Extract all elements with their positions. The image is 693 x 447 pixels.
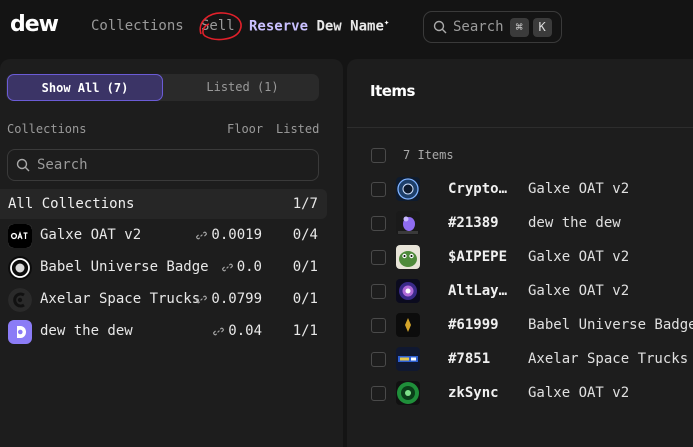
- item-thumbnail: [396, 313, 420, 337]
- all-collections-label: All Collections: [8, 196, 135, 212]
- oat-logo-icon: [8, 224, 32, 248]
- item-checkbox[interactable]: [371, 352, 386, 367]
- listing-filter-toggle: Show All (7) Listed (1): [6, 74, 319, 101]
- sparkle-icon: ✦: [383, 18, 390, 28]
- item-collection: Galxe OAT v2: [528, 249, 630, 265]
- item-thumbnail: [396, 381, 420, 405]
- collection-floor-value: 0.0: [236, 259, 262, 275]
- item-row[interactable]: CryptoRank Galxe OAT v2: [347, 172, 693, 206]
- item-thumbnail: [396, 347, 420, 371]
- k-key-badge: K: [532, 17, 552, 37]
- item-checkbox[interactable]: [371, 318, 386, 333]
- collection-floor: 0.0019: [196, 227, 262, 243]
- divider: [347, 127, 693, 128]
- collection-floor-value: 0.0019: [211, 227, 262, 243]
- item-name: $AIPEPE: [448, 249, 508, 265]
- item-name: #7851: [448, 351, 491, 367]
- item-name: zkSync: [448, 385, 499, 401]
- nav-sell[interactable]: Sell: [201, 18, 235, 34]
- collection-floor-value: 0.04: [228, 323, 262, 339]
- nav-collections[interactable]: Collections: [91, 18, 184, 34]
- item-row[interactable]: #61999 Babel Universe Badge: [347, 308, 693, 342]
- item-name: #21389: [448, 215, 499, 231]
- item-checkbox[interactable]: [371, 250, 386, 265]
- nav-reserve-dew-name[interactable]: Reserve Dew Name✦: [249, 18, 389, 35]
- item-name: #61999: [448, 317, 499, 333]
- floor-column-header: Floor: [227, 122, 264, 136]
- item-thumbnail: [396, 279, 420, 303]
- items-title: Items: [370, 82, 415, 100]
- all-collections-row[interactable]: All Collections 1/7: [0, 189, 327, 219]
- listed-tab[interactable]: Listed (1): [166, 74, 319, 101]
- select-all-checkbox[interactable]: [371, 148, 386, 163]
- collection-listed-count: 0/4: [292, 227, 318, 243]
- top-bar: dew Collections Sell Reserve Dew Name✦ S…: [0, 0, 693, 56]
- item-thumbnail: [396, 177, 420, 201]
- global-search-placeholder: Search: [453, 19, 504, 35]
- collection-name: dew the dew: [40, 323, 133, 339]
- show-all-tab[interactable]: Show All (7): [7, 74, 163, 101]
- collections-column-header: Collections: [7, 122, 87, 136]
- collection-search-placeholder: Search: [37, 157, 88, 173]
- item-row[interactable]: zkSync Galxe OAT v2: [347, 376, 693, 410]
- item-thumbnail: [396, 245, 420, 269]
- item-name: AltLayer: [448, 283, 510, 299]
- babel-ring-icon: [8, 256, 32, 280]
- collection-row[interactable]: dew the dew 0.04 1/1: [0, 317, 327, 347]
- item-row[interactable]: AltLayer Galxe OAT v2: [347, 274, 693, 308]
- items-panel: Items 7 Items CryptoRank Galxe OAT v2 #2…: [347, 59, 693, 447]
- reserve-label: Reserve: [249, 18, 309, 35]
- item-collection: Axelar Space Trucks: [528, 351, 689, 367]
- collection-floor: 0.04: [213, 323, 262, 339]
- global-search[interactable]: Search ⌘ K: [423, 11, 562, 43]
- collection-listed-count: 0/1: [292, 291, 318, 307]
- collection-name: Babel Universe Badge: [40, 259, 209, 275]
- search-icon: [16, 158, 30, 172]
- link-icon: [221, 263, 233, 271]
- link-icon: [196, 231, 208, 239]
- collection-floor: 0.0799: [196, 291, 262, 307]
- collection-name: Axelar Space Trucks: [40, 291, 201, 307]
- collection-floor-value: 0.0799: [211, 291, 262, 307]
- item-thumbnail: [396, 211, 420, 235]
- collection-listed-count: 1/1: [292, 323, 318, 339]
- dew-name-label: Dew Name: [316, 18, 384, 35]
- dew-logo[interactable]: dew: [10, 12, 59, 37]
- collection-listed-count: 0/1: [292, 259, 318, 275]
- item-checkbox[interactable]: [371, 216, 386, 231]
- link-icon: [196, 295, 208, 303]
- item-checkbox[interactable]: [371, 182, 386, 197]
- collection-row[interactable]: Babel Universe Badge 0.0 0/1: [0, 253, 327, 283]
- item-collection: dew the dew: [528, 215, 621, 231]
- item-row[interactable]: #21389 dew the dew: [347, 206, 693, 240]
- search-icon: [433, 20, 447, 34]
- collection-search-input[interactable]: Search: [7, 149, 319, 181]
- dew-drop-icon: [8, 320, 32, 344]
- all-collections-count: 1/7: [292, 196, 318, 212]
- item-checkbox[interactable]: [371, 386, 386, 401]
- item-checkbox[interactable]: [371, 284, 386, 299]
- link-icon: [213, 327, 225, 335]
- axelar-icon: [8, 288, 32, 312]
- item-collection: Babel Universe Badge: [528, 317, 693, 333]
- collection-floor: 0.0: [221, 259, 262, 275]
- collections-panel: Show All (7) Listed (1) Collections Floo…: [0, 59, 343, 447]
- item-row[interactable]: $AIPEPE Galxe OAT v2: [347, 240, 693, 274]
- item-collection: Galxe OAT v2: [528, 181, 630, 197]
- collection-row[interactable]: Axelar Space Trucks 0.0799 0/1: [0, 285, 327, 315]
- command-key-icon: ⌘: [509, 17, 529, 37]
- item-collection: Galxe OAT v2: [528, 385, 630, 401]
- item-collection: Galxe OAT v2: [528, 283, 630, 299]
- collection-name: Galxe OAT v2: [40, 227, 142, 243]
- items-count: 7 Items: [403, 148, 454, 162]
- item-name: CryptoRank: [448, 181, 510, 197]
- collection-row[interactable]: Galxe OAT v2 0.0019 0/4: [0, 221, 327, 251]
- item-row[interactable]: #7851 Axelar Space Trucks: [347, 342, 693, 376]
- listed-column-header: Listed: [276, 122, 320, 136]
